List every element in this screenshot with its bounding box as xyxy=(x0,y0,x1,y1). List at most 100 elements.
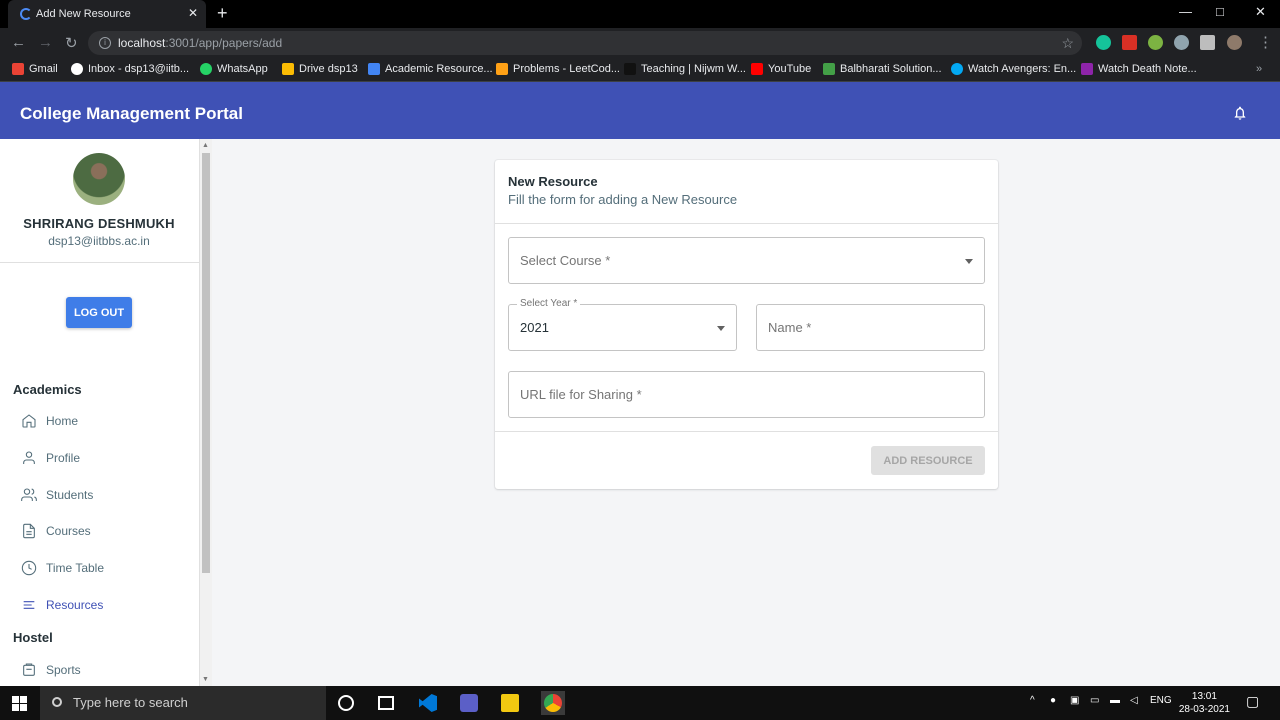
language-indicator[interactable]: ENG xyxy=(1150,695,1172,706)
extension-green-icon[interactable] xyxy=(1148,35,1163,50)
teaching-site-icon xyxy=(624,63,636,75)
year-select[interactable]: Select Year * 2021 xyxy=(508,298,737,351)
add-resource-button[interactable]: ADD RESOURCE xyxy=(871,446,985,475)
bookmark-gmail[interactable]: Gmail xyxy=(12,63,58,75)
taskbar-search-box[interactable]: Type here to search xyxy=(40,686,326,720)
bookmark-star-icon[interactable]: ☆ xyxy=(1061,31,1074,55)
youtube-icon xyxy=(751,63,763,75)
course-dropdown-icon xyxy=(965,259,973,264)
balbharati-icon xyxy=(823,63,835,75)
taskbar-search-placeholder: Type here to search xyxy=(73,695,188,710)
extension-red-icon[interactable] xyxy=(1122,35,1137,50)
tab-title: Add New Resource xyxy=(36,8,131,20)
scrollbar-thumb[interactable] xyxy=(202,153,210,573)
clock-time: 13:01 xyxy=(1191,691,1217,702)
extensions-puzzle-icon[interactable] xyxy=(1200,35,1215,50)
notifications-bell-icon[interactable] xyxy=(1232,104,1248,122)
volume-icon[interactable]: ◁ xyxy=(1130,695,1138,706)
browser-tab-strip: Add New Resource ✕ + — □ ✕ xyxy=(0,0,1280,28)
app-title: College Management Portal xyxy=(20,104,243,123)
windows-start-icon[interactable] xyxy=(12,696,27,711)
sidebar-item-profile[interactable]: Profile xyxy=(21,450,80,466)
google-icon xyxy=(71,63,83,75)
close-window-icon[interactable]: ✕ xyxy=(1255,4,1266,20)
sports-icon xyxy=(23,663,35,676)
year-select-value: 2021 xyxy=(520,320,549,335)
site-info-icon[interactable]: i xyxy=(99,37,111,49)
task-view-icon[interactable] xyxy=(378,696,394,710)
form-title: New Resource xyxy=(508,174,598,189)
file-icon xyxy=(23,523,35,539)
course-select[interactable]: Select Course * xyxy=(508,237,985,284)
course-select-placeholder: Select Course * xyxy=(520,253,611,268)
academic-resource-icon xyxy=(368,63,380,75)
notifications-icon[interactable]: ▢ xyxy=(1246,693,1259,710)
teams-icon[interactable] xyxy=(460,694,478,712)
list-icon xyxy=(23,601,35,609)
bookmarks-bar: Gmail Inbox - dsp13@iitb... WhatsApp Dri… xyxy=(0,58,1280,82)
microphone-icon[interactable]: ● xyxy=(1050,695,1056,706)
bookmark-teaching[interactable]: Teaching | Nijwm W... xyxy=(624,63,746,75)
url-host: localhost xyxy=(118,36,166,50)
extension-gray-icon[interactable] xyxy=(1174,35,1189,50)
scroll-up-icon[interactable]: ▲ xyxy=(202,142,209,149)
vscode-icon[interactable] xyxy=(419,694,437,712)
sidebar-item-sports[interactable]: Sports xyxy=(21,662,81,678)
scroll-down-icon[interactable]: ▼ xyxy=(202,676,209,683)
play-icon xyxy=(951,63,963,75)
users-icon xyxy=(21,488,37,501)
battery-icon[interactable]: ▬ xyxy=(1110,695,1120,706)
sidebar-item-students[interactable]: Students xyxy=(21,487,93,503)
name-field[interactable]: Name * xyxy=(756,304,985,351)
user-avatar xyxy=(73,153,125,205)
maximize-icon[interactable]: □ xyxy=(1216,4,1224,19)
name-field-placeholder: Name * xyxy=(768,320,812,335)
search-icon xyxy=(52,697,62,707)
bookmark-whatsapp[interactable]: WhatsApp xyxy=(200,63,268,75)
cortana-icon[interactable] xyxy=(338,695,354,711)
chrome-icon[interactable] xyxy=(544,694,562,712)
sidebar-divider xyxy=(0,262,199,263)
video-icon xyxy=(1081,63,1093,75)
sidebar-item-home[interactable]: Home xyxy=(21,413,78,429)
bookmark-leetcode[interactable]: Problems - LeetCod... xyxy=(496,63,620,75)
bookmark-drive[interactable]: Drive dsp13 xyxy=(282,63,358,75)
clock-date: 28-03-2021 xyxy=(1178,704,1230,715)
bookmark-death-note[interactable]: Watch Death Note... xyxy=(1081,63,1197,75)
bookmark-balbharati[interactable]: Balbharati Solution... xyxy=(823,63,942,75)
whatsapp-icon xyxy=(200,63,212,75)
reload-icon[interactable]: ↻ xyxy=(65,34,78,52)
logout-button[interactable]: LOG OUT xyxy=(66,297,132,328)
grammarly-extension-icon[interactable] xyxy=(1096,35,1111,50)
display-icon[interactable]: ▭ xyxy=(1090,695,1099,706)
bookmark-youtube[interactable]: YouTube xyxy=(751,63,811,75)
camera-icon[interactable]: ▣ xyxy=(1070,695,1079,706)
sidebar-item-time-table[interactable]: Time Table xyxy=(21,560,104,576)
bookmark-avengers[interactable]: Watch Avengers: En... xyxy=(951,63,1076,75)
sidebar-item-courses[interactable]: Courses xyxy=(21,523,91,539)
system-clock[interactable]: 13:01 28-03-2021 xyxy=(1179,690,1230,716)
year-dropdown-icon xyxy=(717,326,725,331)
new-tab-icon[interactable]: + xyxy=(217,3,228,24)
bookmark-inbox[interactable]: Inbox - dsp13@iitb... xyxy=(71,63,189,75)
address-bar[interactable]: i localhost:3001/app/papers/add ☆ xyxy=(88,31,1082,55)
forward-icon[interactable]: → xyxy=(38,34,53,51)
section-hostel: Hostel xyxy=(13,630,53,645)
gmail-icon xyxy=(12,63,24,75)
browser-toolbar: ← → ↻ i localhost:3001/app/papers/add ☆ … xyxy=(0,28,1280,58)
back-icon[interactable]: ← xyxy=(11,34,26,51)
close-tab-icon[interactable]: ✕ xyxy=(188,6,198,20)
url-field[interactable]: URL file for Sharing * xyxy=(508,371,985,418)
file-explorer-icon[interactable] xyxy=(501,694,519,712)
minimize-icon[interactable]: — xyxy=(1179,4,1192,19)
user-icon xyxy=(23,451,35,464)
show-hidden-icons-icon[interactable]: ^ xyxy=(1030,695,1035,706)
more-bookmarks-icon[interactable]: » xyxy=(1256,63,1262,75)
sidebar-item-resources[interactable]: Resources xyxy=(21,597,103,613)
sidebar-scrollbar[interactable]: ▲ ▼ xyxy=(200,139,212,686)
profile-avatar-icon[interactable] xyxy=(1227,35,1242,50)
page-favicon-icon xyxy=(20,8,32,20)
browser-tab[interactable]: Add New Resource ✕ xyxy=(8,0,206,28)
bookmark-academic-resource[interactable]: Academic Resource... xyxy=(368,63,493,75)
browser-menu-icon[interactable]: ⋮ xyxy=(1258,33,1273,51)
